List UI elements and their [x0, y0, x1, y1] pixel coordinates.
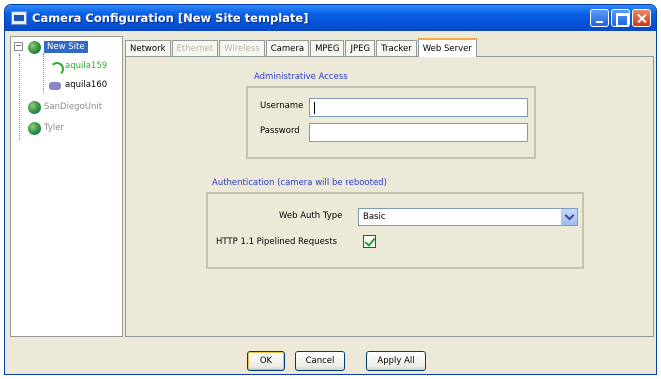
tree-connector — [43, 53, 44, 93]
globe-icon — [28, 100, 41, 114]
tree-item-tyler[interactable]: Tyler — [28, 120, 64, 136]
tree-item-aquila160[interactable]: aquila160 — [48, 77, 107, 93]
tree-item-new-site[interactable]: New Site — [28, 39, 88, 55]
chevron-down-icon[interactable] — [561, 209, 577, 225]
tree-item-label: aquila159 — [65, 61, 108, 71]
tab-tracker[interactable]: Tracker — [376, 40, 417, 57]
tab-wireless: Wireless — [219, 40, 265, 57]
tree-item-label: aquila160 — [65, 80, 108, 90]
tab-jpeg[interactable]: JPEG — [345, 40, 376, 57]
web-auth-type-select[interactable]: Basic — [358, 208, 578, 226]
authentication-title: Authentication (camera will be rebooted) — [212, 178, 387, 188]
dialog-button-bar: OK Cancel Apply All — [5, 343, 656, 374]
apply-all-button[interactable]: Apply All — [366, 351, 426, 371]
title-bar[interactable]: Camera Configuration [New Site template] — [5, 5, 656, 31]
globe-icon — [28, 40, 41, 54]
text-caret — [314, 102, 315, 114]
app-icon — [11, 11, 27, 25]
cancel-button[interactable]: Cancel — [295, 351, 345, 371]
web-auth-type-label: Web Auth Type — [279, 211, 343, 221]
tab-web-server[interactable]: Web Server — [417, 38, 477, 57]
pipelined-requests-checkbox[interactable] — [363, 235, 376, 248]
camera-icon — [48, 79, 62, 92]
tree-item-sandiegounit[interactable]: SanDiegoUnit — [28, 99, 102, 115]
tree-item-label: Tyler — [44, 123, 64, 133]
web-auth-type-value: Basic — [363, 212, 386, 222]
tab-ethernet: Ethernet — [171, 40, 219, 57]
maximize-icon[interactable] — [611, 9, 630, 27]
camera-online-icon — [48, 60, 64, 76]
tree-item-label: New Site — [44, 41, 88, 53]
site-tree[interactable]: − New Site aquila159 aquila160 SanDiegoU… — [10, 36, 123, 337]
camera-configuration-window: Camera Configuration [New Site template]… — [4, 4, 657, 375]
window-title: Camera Configuration [New Site template] — [32, 11, 309, 25]
username-input[interactable] — [309, 98, 528, 117]
window-controls — [590, 9, 651, 27]
tree-item-aquila159[interactable]: aquila159 — [48, 58, 108, 76]
tree-item-label: SanDiegoUnit — [44, 102, 103, 112]
tab-network[interactable]: Network — [125, 40, 171, 57]
tab-mpeg[interactable]: MPEG — [310, 40, 345, 57]
authentication-group: Web Auth Type Basic HTTP 1.1 Pipelined R… — [206, 192, 584, 269]
pipelined-requests-label: HTTP 1.1 Pipelined Requests — [216, 237, 337, 247]
ok-button[interactable]: OK — [247, 351, 285, 371]
tab-camera[interactable]: Camera — [265, 40, 310, 57]
globe-icon — [28, 121, 41, 135]
admin-access-title: Administrative Access — [254, 72, 348, 82]
tree-expander-root[interactable]: − — [14, 42, 23, 51]
config-tabs: Network Ethernet Wireless Camera MPEG JP… — [125, 38, 478, 57]
admin-access-group: Username Password — [246, 86, 536, 159]
password-input[interactable] — [309, 123, 528, 142]
tree-connector — [19, 54, 20, 140]
username-label: Username — [260, 101, 304, 111]
web-server-panel: Administrative Access Username Password … — [125, 56, 654, 337]
password-label: Password — [260, 126, 300, 136]
minimize-icon[interactable] — [590, 9, 609, 27]
close-icon[interactable] — [632, 9, 651, 27]
